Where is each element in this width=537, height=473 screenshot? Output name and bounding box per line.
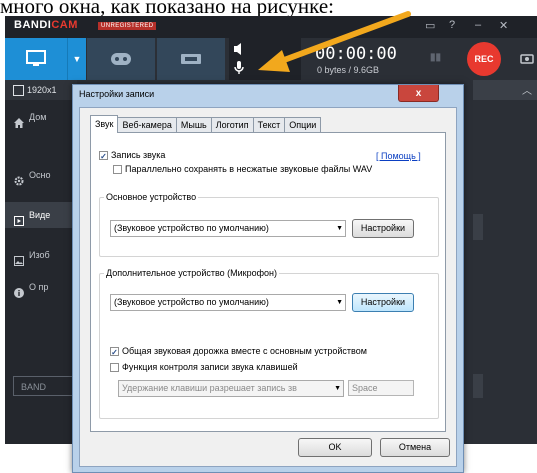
hdmi-icon (181, 54, 201, 64)
secondary-settings-button[interactable]: Настройки (352, 293, 414, 312)
home-icon (14, 112, 24, 130)
checkmark-icon: ✓ (99, 150, 108, 161)
help-icon[interactable]: ? (449, 19, 455, 31)
ok-button[interactable]: OK (298, 438, 372, 457)
sound-panel: ✓ Запись звука [ Помощь ] Параллельно сох… (90, 132, 446, 432)
sidebar: 1920x1 Дом Осно Виде Изоб О пр BAND (5, 80, 83, 444)
secondary-device-select[interactable]: (Звуковое устройство по умолчанию) ▼ (110, 294, 346, 311)
hotkey-mode-select[interactable]: Удержание клавиши разрешает запись зв ▼ (118, 380, 344, 397)
pause-icon[interactable]: ▮▮ (430, 52, 441, 63)
secondary-device-label: Дополнительное устройство (Микрофон) (104, 268, 279, 278)
dialog-body: Звук Веб-камера Мышь Логотип Текст Опции… (79, 107, 457, 467)
primary-settings-button[interactable]: Настройки (352, 219, 414, 238)
tab-options[interactable]: Опции (284, 117, 322, 133)
help-link[interactable]: [ Помощь ] (376, 151, 421, 161)
image-icon (14, 250, 24, 268)
camera-icon[interactable] (520, 52, 534, 64)
sidebar-item-video[interactable]: Виде (5, 202, 77, 228)
dropdown-arrow-icon: ▼ (336, 299, 343, 306)
folder-icon[interactable]: ▭ (425, 19, 435, 32)
resolution-selector[interactable]: 1920x1 (5, 80, 77, 100)
monitor-icon (26, 50, 46, 66)
record-button[interactable]: REC (467, 42, 501, 76)
sidebar-item-general[interactable]: Осно (5, 162, 77, 188)
hotkey-key-field[interactable]: Space (348, 380, 414, 396)
sidebar-item-home[interactable]: Дом (5, 104, 77, 130)
game-mode-button[interactable] (87, 38, 155, 80)
chevron-down-icon: ▼ (72, 54, 82, 64)
speaker-icon[interactable] (233, 42, 245, 56)
dropdown-arrow-icon: ▼ (334, 385, 341, 392)
screen-mode-button[interactable] (5, 38, 67, 80)
chevron-up-icon[interactable]: ︿ (522, 82, 532, 97)
parallel-wav-checkbox[interactable]: Параллельно сохранять в несжатые звуковы… (113, 164, 372, 174)
hotkey-control-checkbox[interactable]: Функция контроля записи звука клавишей (110, 362, 298, 372)
tab-logo[interactable]: Логотип (210, 117, 254, 133)
tab-text[interactable]: Текст (252, 117, 286, 133)
dropdown-arrow-icon: ▼ (336, 225, 343, 232)
mode-dropdown-button[interactable]: ▼ (67, 38, 86, 80)
record-settings-dialog: Настройки записи x Звук Веб-камера Мышь … (72, 84, 464, 473)
rectangle-icon (13, 85, 24, 96)
close-app-icon[interactable]: ✕ (499, 19, 508, 32)
brand-logo: BANDICAM (14, 19, 78, 31)
secondary-device-group: Дополнительное устройство (Микрофон) (Зв… (99, 268, 439, 419)
file-size: 0 bytes / 9.6GB (317, 65, 380, 75)
page-caption: много окна, как показано на рисунке: (0, 0, 335, 16)
gear-icon (14, 170, 24, 188)
mix-track-checkbox[interactable]: ✓ Общая звуковая дорожка вместе с основны… (110, 346, 367, 357)
audio-controls[interactable] (229, 38, 301, 80)
gamepad-icon (111, 53, 131, 65)
device-mode-button[interactable] (157, 38, 225, 80)
microphone-icon[interactable] (234, 60, 244, 76)
close-icon[interactable]: x (398, 85, 439, 102)
recording-timer: 00:00:00 (315, 44, 397, 64)
cancel-button[interactable]: Отмена (380, 438, 450, 457)
record-sound-checkbox[interactable]: ✓ Запись звука (99, 150, 165, 161)
unregistered-badge: UNREGISTERED (98, 22, 157, 30)
minimize-icon[interactable]: – (475, 19, 481, 31)
sidebar-item-about[interactable]: О пр (5, 274, 77, 300)
toolbar: ▼ 00:00:00 0 bytes / 9.6GB ▮▮ REC (5, 38, 537, 80)
sidebar-item-image[interactable]: Изоб (5, 242, 77, 268)
title-bar: BANDICAM UNREGISTERED ▭ ? – ✕ (5, 16, 537, 38)
right-panel-block (473, 214, 483, 240)
right-panel-block (473, 374, 483, 398)
primary-device-label: Основное устройство (104, 192, 199, 202)
primary-device-select[interactable]: (Звуковое устройство по умолчанию) ▼ (110, 220, 346, 237)
tab-bar: Звук Веб-камера Мышь Логотип Текст Опции (90, 115, 322, 133)
video-icon (14, 210, 24, 228)
dialog-title: Настройки записи (79, 89, 155, 99)
checkmark-icon: ✓ (110, 346, 119, 357)
right-panel: ︿ (473, 80, 537, 444)
tab-sound[interactable]: Звук (90, 115, 119, 133)
info-icon (14, 282, 24, 300)
tab-webcam[interactable]: Веб-камера (117, 117, 177, 133)
tab-mouse[interactable]: Мышь (175, 117, 212, 133)
primary-device-group: Основное устройство (Звуковое устройство… (99, 192, 439, 257)
